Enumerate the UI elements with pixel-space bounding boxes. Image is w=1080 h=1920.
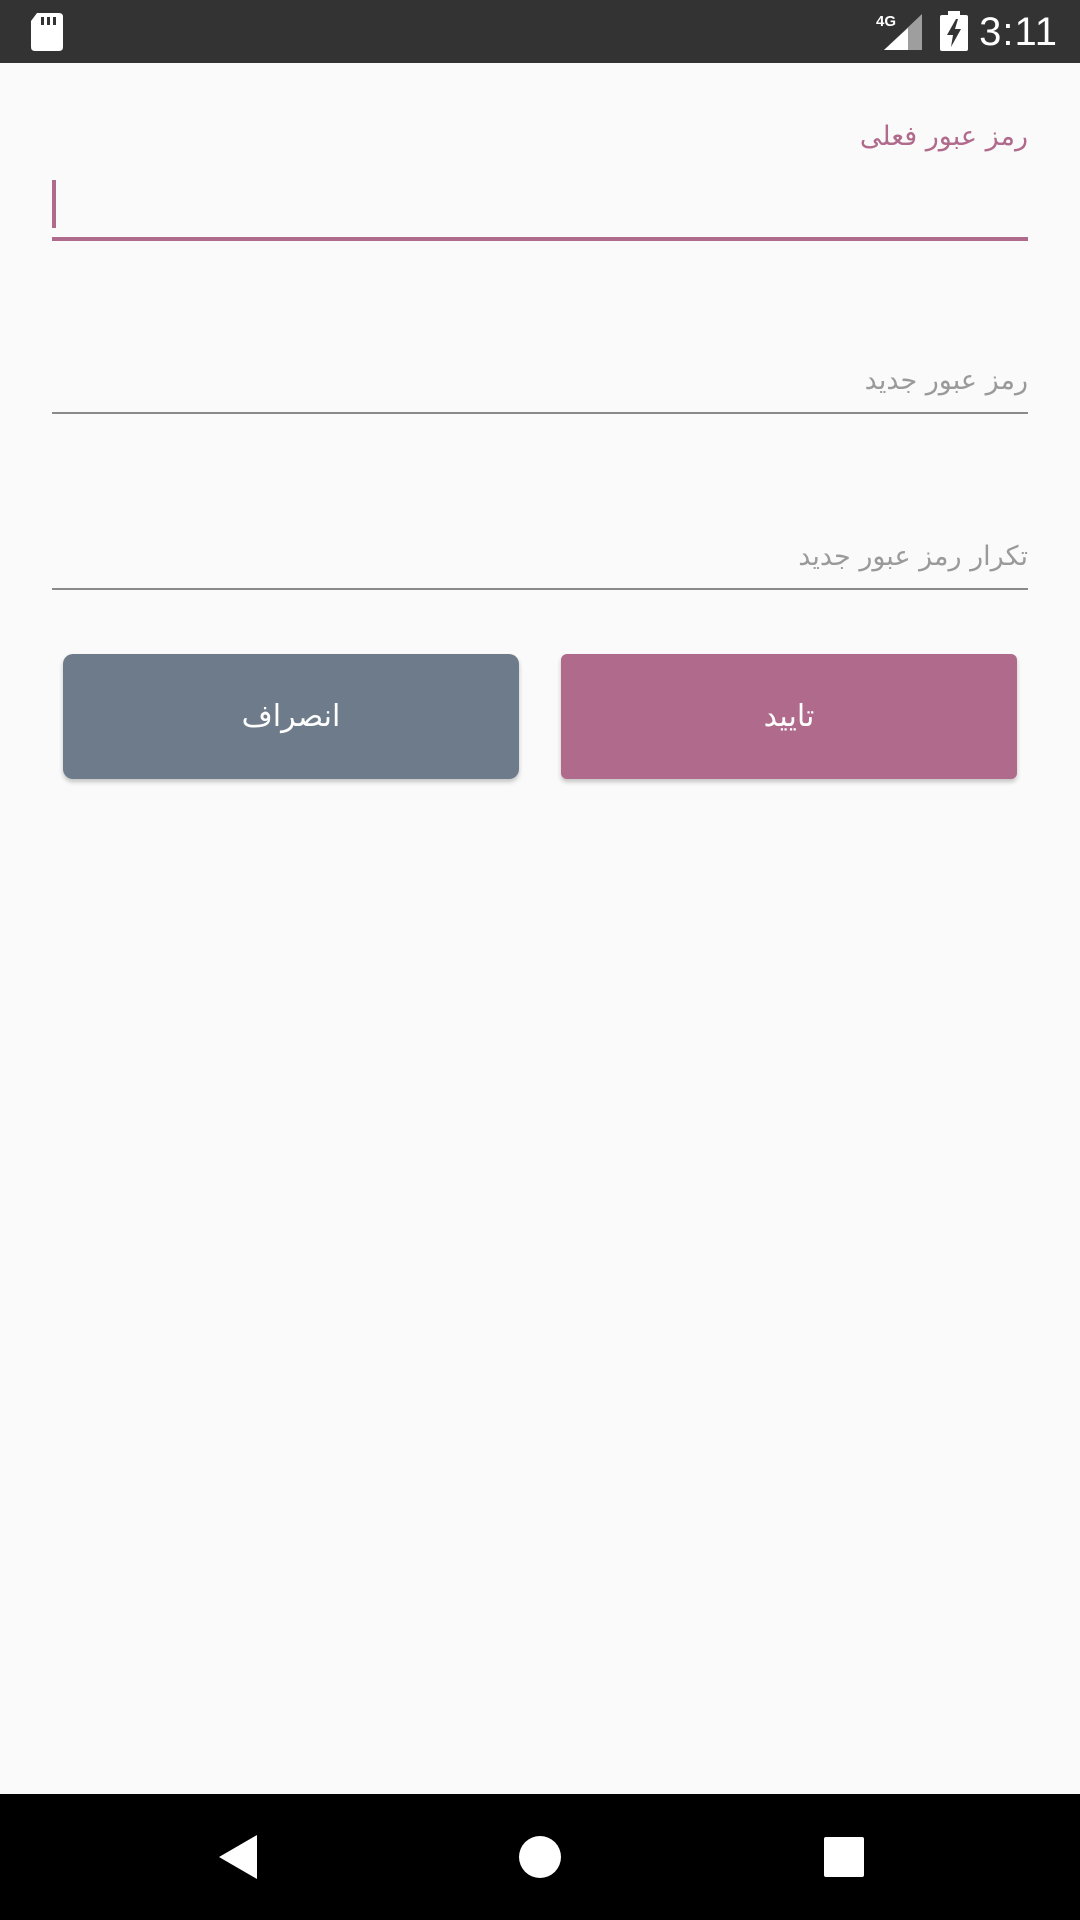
confirm-password-field[interactable] (52, 520, 1028, 590)
new-password-field[interactable] (52, 345, 1028, 415)
home-button[interactable] (480, 1794, 600, 1920)
confirm-password-underline (52, 588, 1028, 590)
new-password-input[interactable] (52, 355, 1028, 405)
current-password-input[interactable] (52, 177, 1028, 231)
current-password-underline (52, 237, 1028, 241)
recents-icon (824, 1837, 864, 1877)
status-bar: 4G 3:11 (0, 0, 1080, 63)
back-icon (219, 1835, 257, 1879)
confirm-password-input[interactable] (52, 531, 1028, 581)
new-password-underline (52, 412, 1028, 414)
current-password-field[interactable]: رمز عبور فعلی (52, 115, 1028, 245)
cellular-signal-icon: 4G (876, 13, 922, 50)
sd-card-icon (31, 13, 63, 51)
recents-button[interactable] (784, 1794, 904, 1920)
battery-charging-icon (940, 11, 968, 51)
network-type-label: 4G (876, 13, 896, 30)
cancel-button[interactable]: انصراف (63, 654, 519, 779)
current-password-label: رمز عبور فعلی (859, 121, 1028, 152)
status-clock: 3:11 (979, 10, 1058, 54)
home-icon (519, 1836, 561, 1878)
back-button[interactable] (180, 1794, 300, 1920)
confirm-button[interactable]: تایید (561, 654, 1017, 779)
navigation-bar (0, 1794, 1080, 1920)
